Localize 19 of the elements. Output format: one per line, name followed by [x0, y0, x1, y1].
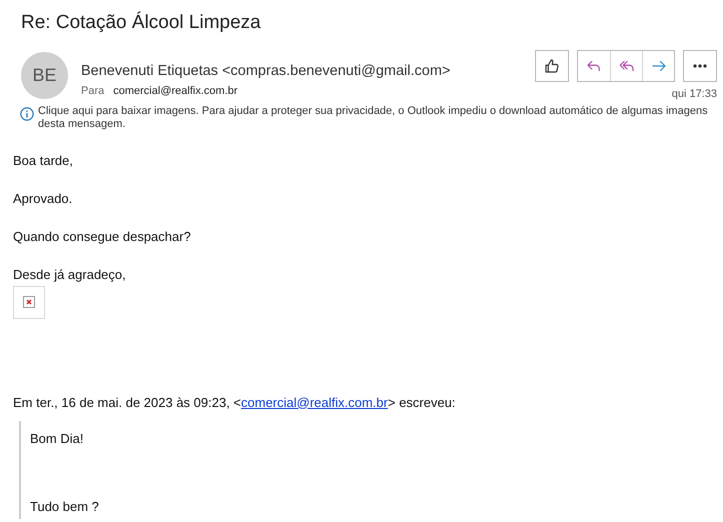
body-paragraph: Boa tarde,	[13, 152, 74, 168]
quoted-line: Tudo bem ?	[30, 498, 100, 514]
email-subject: Re: Cotação Álcool Limpeza	[21, 10, 262, 35]
blocked-images-notice[interactable]: Clique aqui para baixar imagens. Para ajudar a proteger sua privacidade, o Outlook impediu o download automático de algumas imagens desta mensagem.	[38, 104, 713, 130]
body-paragraph: Aprovado.	[13, 190, 74, 206]
body-paragraph: Desde já agradeço,	[13, 266, 127, 282]
received-time: qui 17:33	[672, 87, 717, 102]
to-label: Para	[81, 84, 104, 99]
info-icon	[20, 106, 34, 120]
quoted-line: Bom Dia!	[30, 430, 84, 446]
sender-name: Benevenuti Etiquetas <compras.benevenuti@gmail.com>	[81, 62, 452, 80]
broken-image-icon	[23, 296, 35, 308]
recipient-address: comercial@realfix.com.br	[113, 84, 238, 99]
more-icon	[693, 64, 707, 68]
reply-attribution: Em ter., 16 de mai. de 2023 às 09:23, <comercial@realfix.com.br> escreveu:	[13, 394, 456, 410]
sender-avatar: BE	[21, 52, 68, 99]
email-link[interactable]: comercial@realfix.com.br	[241, 394, 388, 410]
body-paragraph: Quando consegue despachar?	[13, 228, 192, 244]
thumbs-up-icon	[543, 57, 561, 75]
